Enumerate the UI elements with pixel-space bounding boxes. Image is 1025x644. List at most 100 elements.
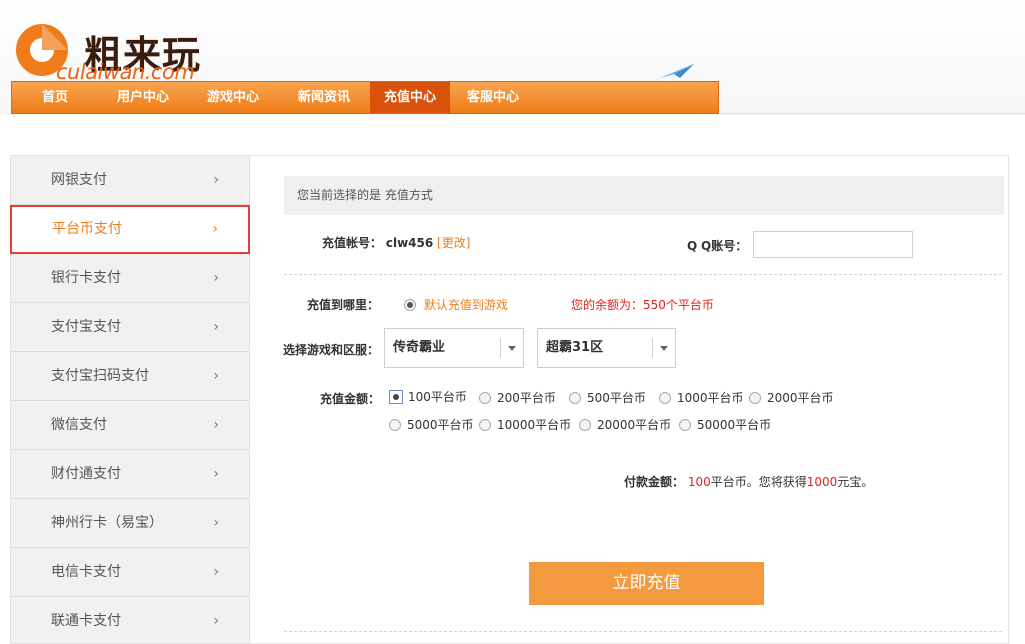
amount-row: 充值金额： [320,390,380,407]
chevron-right-icon: › [213,564,219,580]
recharge-target-row: 充值到哪里： [307,296,379,313]
sidebar-item-alipay-qr[interactable]: 支付宝扫码支付 › [11,352,249,401]
amount-option-200[interactable]: 200平台币 [479,389,556,406]
amount-option-label: 2000平台币 [767,391,834,405]
sidebar-item-online-banking[interactable]: 网银支付 › [11,156,249,205]
amount-radio[interactable] [479,392,491,404]
amount-option-label: 100平台币 [408,390,467,404]
chevron-right-icon: › [213,515,219,531]
recharge-target-label: 充值到哪里： [307,298,380,312]
chevron-right-icon: › [213,613,219,629]
target-radio[interactable] [404,299,416,311]
account-value: clw456 [385,236,434,250]
amount-radio[interactable] [579,419,591,431]
amount-radio[interactable] [389,419,401,431]
header-divider [719,113,1025,114]
amount-radio[interactable] [749,392,761,404]
server-select-value: 超霸31区 [546,340,604,355]
gain-amount: 1000 [806,475,838,489]
chevron-right-icon: › [213,319,219,335]
chevron-right-icon: › [213,368,219,384]
qq-prefix: Q [687,239,698,253]
target-option[interactable]: 默认充值到游戏 [404,296,508,313]
amount-radio[interactable] [569,392,581,404]
account-row: 充值帐号： clw456 [更改] [322,234,470,251]
game-select[interactable]: 传奇霸业 [384,328,524,368]
site-header: 粗来玩 culaiwan.com 首页 用户中心 游戏中心 新闻资讯 充值中心 … [0,0,1025,115]
amount-option-5000[interactable]: 5000平台币 [389,416,474,433]
amount-option-label: 1000平台币 [677,391,744,405]
qq-row: Q Q账号： [687,237,747,254]
qq-account-input[interactable] [753,231,913,258]
amount-option-label: 50000平台币 [697,418,772,432]
amount-option-label: 200平台币 [497,391,556,405]
chevron-right-icon: › [213,172,219,188]
amount-option-1000[interactable]: 1000平台币 [659,389,744,406]
nav-item-home[interactable]: 首页 [12,82,98,113]
sidebar-item-label: 银行卡支付 [51,270,121,286]
nav-item-game-center[interactable]: 游戏中心 [188,82,278,113]
amount-radio[interactable] [659,392,671,404]
qq-label: Q账号： [701,239,748,253]
nav-item-service-center[interactable]: 客服中心 [450,82,536,113]
change-account-link[interactable]: [更改] [437,236,470,250]
divider [284,631,1002,632]
sidebar-item-tenpay[interactable]: 财付通支付 › [11,450,249,499]
sidebar-item-szx-card[interactable]: 神州行卡（易宝） › [11,499,249,548]
sidebar-item-bank-card[interactable]: 银行卡支付 › [11,254,249,303]
amount-option-label: 500平台币 [587,391,646,405]
account-label: 充值帐号： [322,236,383,250]
amount-radio[interactable] [679,419,691,431]
sidebar-item-label: 支付宝支付 [51,319,121,335]
pay-summary: 付款金额： 100平台币。您将获得1000元宝。 [624,473,873,490]
site-logo[interactable]: 粗来玩 culaiwan.com [12,14,212,84]
chevron-right-icon: › [213,417,219,433]
sidebar-item-label: 联通卡支付 [51,613,121,629]
server-select[interactable]: 超霸31区 [537,328,676,368]
game-select-label: 选择游戏和区服： [283,343,380,357]
payment-method-sidebar: 网银支付 › 平台币支付 › 银行卡支付 › 支付宝支付 › 支付宝扫码支付 ›… [10,155,250,644]
paper-plane-icon [660,64,694,78]
game-select-row: 选择游戏和区服： [283,341,379,358]
recharge-now-button[interactable]: 立即充值 [529,562,764,605]
game-select-value: 传奇霸业 [393,340,446,355]
amount-option-100[interactable]: 100平台币 [389,388,467,405]
sidebar-item-platform-coin[interactable]: 平台币支付 › [10,205,250,254]
sidebar-item-label: 支付宝扫码支付 [51,368,149,384]
amount-label: 充值金额： [320,392,381,406]
nav-item-user-center[interactable]: 用户中心 [98,82,188,113]
amount-option-20000[interactable]: 20000平台币 [579,416,671,433]
sidebar-item-label: 平台币支付 [52,221,122,237]
target-option-label: 默认充值到游戏 [423,298,508,312]
chevron-right-icon: › [213,270,219,286]
selection-info-bar: 您当前选择的是 充值方式 [284,176,1004,215]
chevron-right-icon: › [213,466,219,482]
main-nav: 首页 用户中心 游戏中心 新闻资讯 充值中心 客服中心 [11,81,719,114]
sidebar-item-label: 网银支付 [51,172,107,188]
sidebar-item-label: 财付通支付 [51,466,121,482]
amount-option-50000[interactable]: 50000平台币 [679,416,771,433]
amount-radio[interactable] [479,419,491,431]
nav-item-recharge-center[interactable]: 充值中心 [370,82,450,113]
amount-radio-selected[interactable] [389,390,403,404]
chevron-down-icon [660,346,668,351]
sidebar-item-label: 电信卡支付 [51,564,121,580]
amount-option-label: 10000平台币 [497,418,572,432]
pay-amount: 100 [687,475,711,489]
pay-unit-text: 平台币。您将获得 [710,475,807,489]
nav-item-news[interactable]: 新闻资讯 [278,82,370,113]
amount-option-10000[interactable]: 10000平台币 [479,416,571,433]
recharge-panel: 您当前选择的是 充值方式 充值帐号： clw456 [更改] Q Q账号： 充值… [250,155,1009,644]
pay-label: 付款金额： [624,475,685,489]
amount-option-500[interactable]: 500平台币 [569,389,646,406]
sidebar-item-wechat[interactable]: 微信支付 › [11,401,249,450]
sidebar-item-telecom-card[interactable]: 电信卡支付 › [11,548,249,597]
amount-option-label: 5000平台币 [407,418,474,432]
sidebar-item-label: 微信支付 [51,417,107,433]
sidebar-item-label: 神州行卡（易宝） [51,515,163,531]
sidebar-item-alipay[interactable]: 支付宝支付 › [11,303,249,352]
chevron-down-icon [508,346,516,351]
amount-option-2000[interactable]: 2000平台币 [749,389,834,406]
sidebar-item-unicom-card[interactable]: 联通卡支付 › [11,597,249,644]
balance-text: 您的余额为：550个平台币 [571,298,714,312]
